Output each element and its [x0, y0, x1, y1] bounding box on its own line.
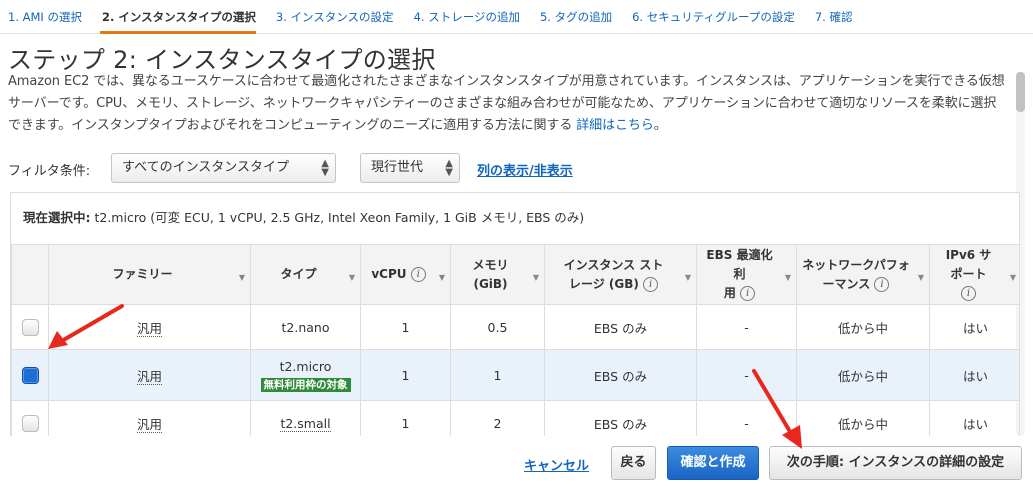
table-header-row: ファミリー ▼ タイプ ▼ vCPU i ▼ メモリ (GiB) ▼ インスタンス ストレ… — [11, 244, 1019, 305]
header-type[interactable]: タイプ ▼ — [250, 244, 361, 305]
memory-cell: 2 — [450, 400, 545, 436]
table-row[interactable]: 汎用 t2.small 1 2 EBS のみ - 低から中 はい — [11, 400, 1019, 436]
instance-type-filter-select[interactable]: すべてのインスタンスタイプ ▲ ▼ — [111, 153, 336, 183]
type-cell: t2.small — [250, 400, 361, 436]
current-selection-value: t2.micro (可変 ECU, 1 vCPU, 2.5 GHz, Intel… — [90, 210, 585, 225]
description-text: Amazon EC2 では、異なるユースケースに合わせて最適化されたさまざまなイ… — [8, 74, 1005, 133]
step-instance-config[interactable]: 3. インスタンスの設定 — [266, 0, 404, 34]
chevron-down-icon: ▲ ▼ — [321, 158, 329, 178]
row-checkbox[interactable] — [21, 366, 39, 384]
header-vcpu[interactable]: vCPU i ▼ — [360, 244, 451, 305]
page-description: Amazon EC2 では、異なるユースケースに合わせて最適化されたさまざまなイ… — [8, 71, 1008, 137]
toggle-columns-link[interactable]: 列の表示/非表示 — [477, 160, 573, 179]
cancel-button[interactable]: キャンセル — [524, 455, 589, 474]
network-cell: 低から中 — [796, 400, 930, 436]
table-row[interactable]: 汎用 t2.micro 無料利用枠の対象 1 1 EBS のみ - 低から中 はい — [11, 349, 1019, 401]
step-tags[interactable]: 5. タグの追加 — [530, 0, 622, 34]
header-ebs-optimized[interactable]: EBS 最適化利用 i ▼ — [696, 244, 797, 305]
type-value: t2.micro — [279, 359, 332, 374]
back-button[interactable]: 戻る — [611, 446, 656, 480]
memory-cell: 1 — [450, 349, 545, 401]
vcpu-cell: 1 — [360, 304, 451, 350]
generation-filter-value: 現行世代 — [371, 160, 424, 175]
description-period: 。 — [653, 118, 667, 133]
storage-cell: EBS のみ — [544, 304, 697, 350]
current-selection-prefix: 現在選択中: — [23, 210, 91, 225]
ipv6-cell: はい — [929, 304, 1019, 350]
type-cell: t2.nano — [250, 304, 361, 350]
instance-type-table: ファミリー ▼ タイプ ▼ vCPU i ▼ メモリ (GiB) ▼ インスタンス ストレ… — [10, 244, 1020, 436]
wizard-steps: 1. AMI の選択 2. インスタンスタイプの選択 3. インスタンスの設定 … — [0, 0, 1033, 34]
step-ami[interactable]: 1. AMI の選択 — [0, 0, 92, 34]
type-cell: t2.micro 無料利用枠の対象 — [250, 349, 361, 401]
row-checkbox[interactable] — [21, 318, 39, 336]
instance-type-filter-value: すべてのインスタンスタイプ — [122, 160, 290, 175]
table-row[interactable]: 汎用 t2.nano 1 0.5 EBS のみ - 低から中 はい — [11, 304, 1019, 350]
row-select-cell[interactable] — [11, 304, 49, 350]
vcpu-cell: 1 — [360, 349, 451, 401]
sort-icon[interactable]: ▼ — [918, 268, 924, 287]
sort-icon[interactable]: ▼ — [439, 268, 445, 287]
network-cell: 低から中 — [796, 304, 930, 350]
sort-icon[interactable]: ▼ — [239, 268, 245, 287]
current-selection-box: 現在選択中: t2.micro (可変 ECU, 1 vCPU, 2.5 GHz… — [10, 192, 1020, 244]
sort-icon[interactable]: ▼ — [1010, 268, 1016, 287]
row-select-cell[interactable] — [11, 349, 49, 401]
step-instance-type[interactable]: 2. インスタンスタイプの選択 — [92, 0, 266, 34]
header-memory[interactable]: メモリ (GiB) ▼ — [450, 244, 545, 305]
sort-icon[interactable]: ▼ — [785, 268, 791, 287]
info-icon[interactable]: i — [410, 267, 426, 282]
row-checkbox[interactable] — [21, 414, 39, 432]
header-ipv6-support[interactable]: IPv6 サポート i ▼ — [929, 244, 1019, 305]
chevron-down-icon: ▲ ▼ — [445, 158, 453, 178]
ebs-cell: - — [696, 400, 797, 436]
info-icon[interactable]: i — [740, 286, 756, 301]
free-tier-badge: 無料利用枠の対象 — [260, 378, 351, 392]
sort-icon[interactable]: ▼ — [349, 268, 355, 287]
header-family[interactable]: ファミリー ▼ — [48, 244, 251, 305]
network-cell: 低から中 — [796, 349, 930, 401]
page-title: ステップ 2: インスタンスタイプの選択 — [8, 46, 436, 74]
details-link[interactable]: 詳細はこちら — [576, 118, 654, 133]
storage-cell: EBS のみ — [544, 349, 697, 401]
storage-cell: EBS のみ — [544, 400, 697, 436]
sort-icon[interactable]: ▼ — [533, 268, 539, 287]
sort-icon[interactable]: ▼ — [685, 268, 691, 287]
ipv6-cell: はい — [929, 400, 1019, 436]
family-cell: 汎用 — [48, 400, 251, 436]
family-cell: 汎用 — [48, 349, 251, 401]
vcpu-cell: 1 — [360, 400, 451, 436]
header-instance-storage[interactable]: インスタンス スト レージ (GB) i ▼ — [544, 244, 697, 305]
row-select-cell[interactable] — [11, 400, 49, 436]
current-selection-text: 現在選択中: t2.micro (可変 ECU, 1 vCPU, 2.5 GHz… — [23, 207, 584, 226]
info-icon[interactable]: i — [961, 286, 976, 301]
next-configure-details-button[interactable]: 次の手順: インスタンスの詳細の設定 — [769, 446, 1022, 480]
ebs-cell: - — [696, 304, 797, 350]
scrollbar-thumb[interactable] — [1016, 72, 1025, 112]
header-network-performance[interactable]: ネットワークパフォ ーマンス i ▼ — [796, 244, 930, 305]
memory-cell: 0.5 — [450, 304, 545, 350]
step-storage[interactable]: 4. ストレージの追加 — [404, 0, 530, 34]
family-cell: 汎用 — [48, 304, 251, 350]
info-icon[interactable]: i — [874, 276, 890, 292]
header-select — [11, 244, 49, 305]
ebs-cell: - — [696, 349, 797, 401]
review-and-launch-button[interactable]: 確認と作成 — [667, 446, 759, 480]
step-security-group[interactable]: 6. セキュリティグループの設定 — [622, 0, 805, 34]
filter-label: フィルタ条件: — [8, 164, 91, 179]
generation-filter-select[interactable]: 現行世代 ▲ ▼ — [360, 153, 460, 183]
step-review[interactable]: 7. 確認 — [805, 0, 863, 34]
info-icon[interactable]: i — [643, 276, 659, 292]
ipv6-cell: はい — [929, 349, 1019, 401]
